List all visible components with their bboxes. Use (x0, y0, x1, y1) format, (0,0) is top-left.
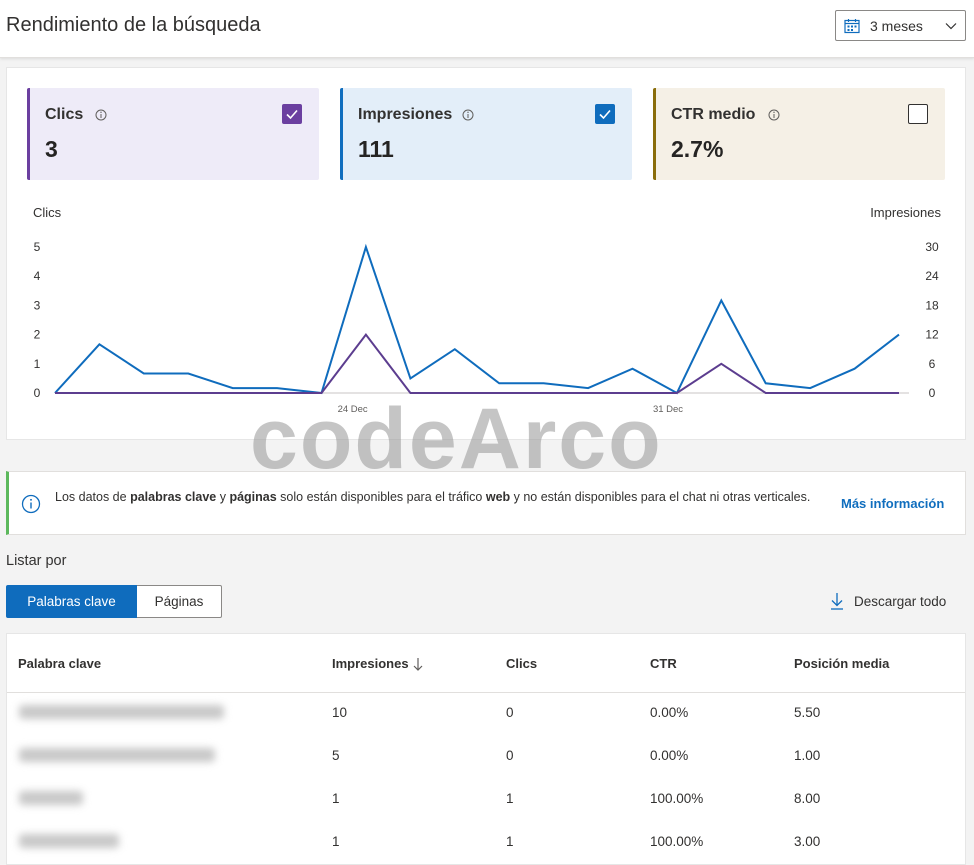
position-cell: 1.00 (794, 748, 821, 763)
calendar-icon (844, 18, 860, 33)
info-icon[interactable] (95, 109, 107, 121)
check-icon (286, 109, 298, 120)
left-tick-label: 2 (34, 328, 41, 342)
date-range-dropdown[interactable]: 3 meses (835, 10, 966, 41)
header-ctr[interactable]: CTR (650, 656, 677, 671)
info-icon[interactable] (768, 109, 780, 121)
download-icon (831, 593, 843, 610)
page-title: Rendimiento de la búsqueda (6, 14, 261, 36)
check-icon (599, 109, 611, 120)
header-keyword[interactable]: Palabra clave (18, 656, 101, 671)
info-notice: Los datos de palabras clave y páginas so… (6, 471, 966, 535)
x-tick-label: 31 Dec (653, 404, 683, 415)
ctr-cell: 0.00% (650, 748, 689, 763)
ctr-cell: 100.00% (650, 791, 704, 806)
table-row[interactable]: 5 0 0.00% 1.00 (7, 736, 965, 779)
keywords-tab[interactable]: Palabras clave (6, 585, 137, 618)
sort-down-icon (413, 658, 423, 671)
impressions-cell: 1 (332, 791, 340, 806)
metric-checkbox[interactable] (908, 104, 928, 124)
right-tick-label: 6 (929, 357, 936, 371)
info-circle-icon (21, 494, 41, 514)
list-by-toggle: Palabras clave Páginas (6, 585, 222, 618)
redacted-keyword (19, 834, 119, 848)
redacted-keyword (19, 748, 215, 762)
pages-tab[interactable]: Páginas (137, 585, 222, 618)
header-impressions[interactable]: Impresiones (332, 656, 423, 671)
metric-value: 3 (45, 136, 58, 162)
redacted-keyword (19, 791, 83, 805)
left-tick-label: 3 (34, 298, 41, 312)
impressions-cell: 10 (332, 705, 348, 720)
table-row[interactable]: 1 1 100.00% 3.00 (7, 822, 965, 865)
metric-label: CTR medio (671, 106, 756, 123)
notice-text: Los datos de palabras clave y páginas so… (55, 490, 811, 504)
more-info-link[interactable]: Más información (841, 496, 944, 511)
left-tick-label: 4 (34, 269, 41, 283)
ctr-cell: 0.00% (650, 705, 689, 720)
clicks-cell: 0 (506, 705, 514, 720)
impressions-cell: 1 (332, 834, 340, 849)
right-tick-label: 12 (925, 328, 939, 342)
redacted-keyword (19, 705, 224, 719)
position-cell: 5.50 (794, 705, 821, 720)
metric-card-impresiones[interactable]: Impresiones 111 (340, 88, 632, 180)
date-range-value: 3 meses (870, 17, 923, 34)
clicks-cell: 0 (506, 748, 514, 763)
list-by-label: Listar por (6, 553, 67, 569)
metric-checkbox[interactable] (595, 104, 615, 124)
metrics-panel: Clics 3 Impresiones 111 CTR medio 2.7% C… (6, 67, 966, 440)
clicks-cell: 1 (506, 834, 514, 849)
right-tick-label: 18 (925, 298, 939, 312)
metric-label: Impresiones (358, 106, 453, 123)
keywords-table: Palabra clave Impresiones Clics CTR Posi… (6, 633, 966, 865)
metric-card-ctr[interactable]: CTR medio 2.7% (653, 88, 945, 180)
metric-value: 2.7% (671, 136, 724, 162)
performance-chart: 012345061218243024 Dec 31 Dec (34, 240, 939, 415)
right-tick-label: 24 (925, 269, 939, 283)
left-axis-title: Clics (33, 205, 62, 220)
series-line-impresiones (54, 243, 900, 395)
left-tick-label: 5 (34, 240, 41, 254)
right-tick-label: 0 (929, 386, 936, 400)
x-tick-label: 24 Dec (338, 404, 368, 415)
position-cell: 8.00 (794, 791, 821, 806)
info-icon[interactable] (462, 109, 474, 121)
header-avg-position[interactable]: Posición media (794, 656, 889, 671)
ctr-cell: 100.00% (650, 834, 704, 849)
download-all-button[interactable]: Descargar todo (830, 592, 946, 610)
clicks-cell: 1 (506, 791, 514, 806)
right-axis-title: Impresiones (870, 205, 941, 220)
metric-value: 111 (358, 136, 394, 162)
left-tick-label: 0 (34, 386, 41, 400)
table-row[interactable]: 10 0 0.00% 5.50 (7, 693, 965, 736)
table-row[interactable]: 1 1 100.00% 8.00 (7, 779, 965, 822)
chevron-down-icon (945, 23, 957, 30)
header-clicks[interactable]: Clics (506, 656, 537, 671)
left-tick-label: 1 (34, 357, 41, 371)
metric-checkbox[interactable] (282, 104, 302, 124)
position-cell: 3.00 (794, 834, 821, 849)
header-bar: Rendimiento de la búsqueda 3 meses (0, 0, 974, 58)
metric-label: Clics (45, 106, 84, 123)
impressions-cell: 5 (332, 748, 340, 763)
download-label: Descargar todo (854, 593, 947, 609)
right-tick-label: 30 (925, 240, 939, 254)
metric-card-clics[interactable]: Clics 3 (27, 88, 319, 180)
